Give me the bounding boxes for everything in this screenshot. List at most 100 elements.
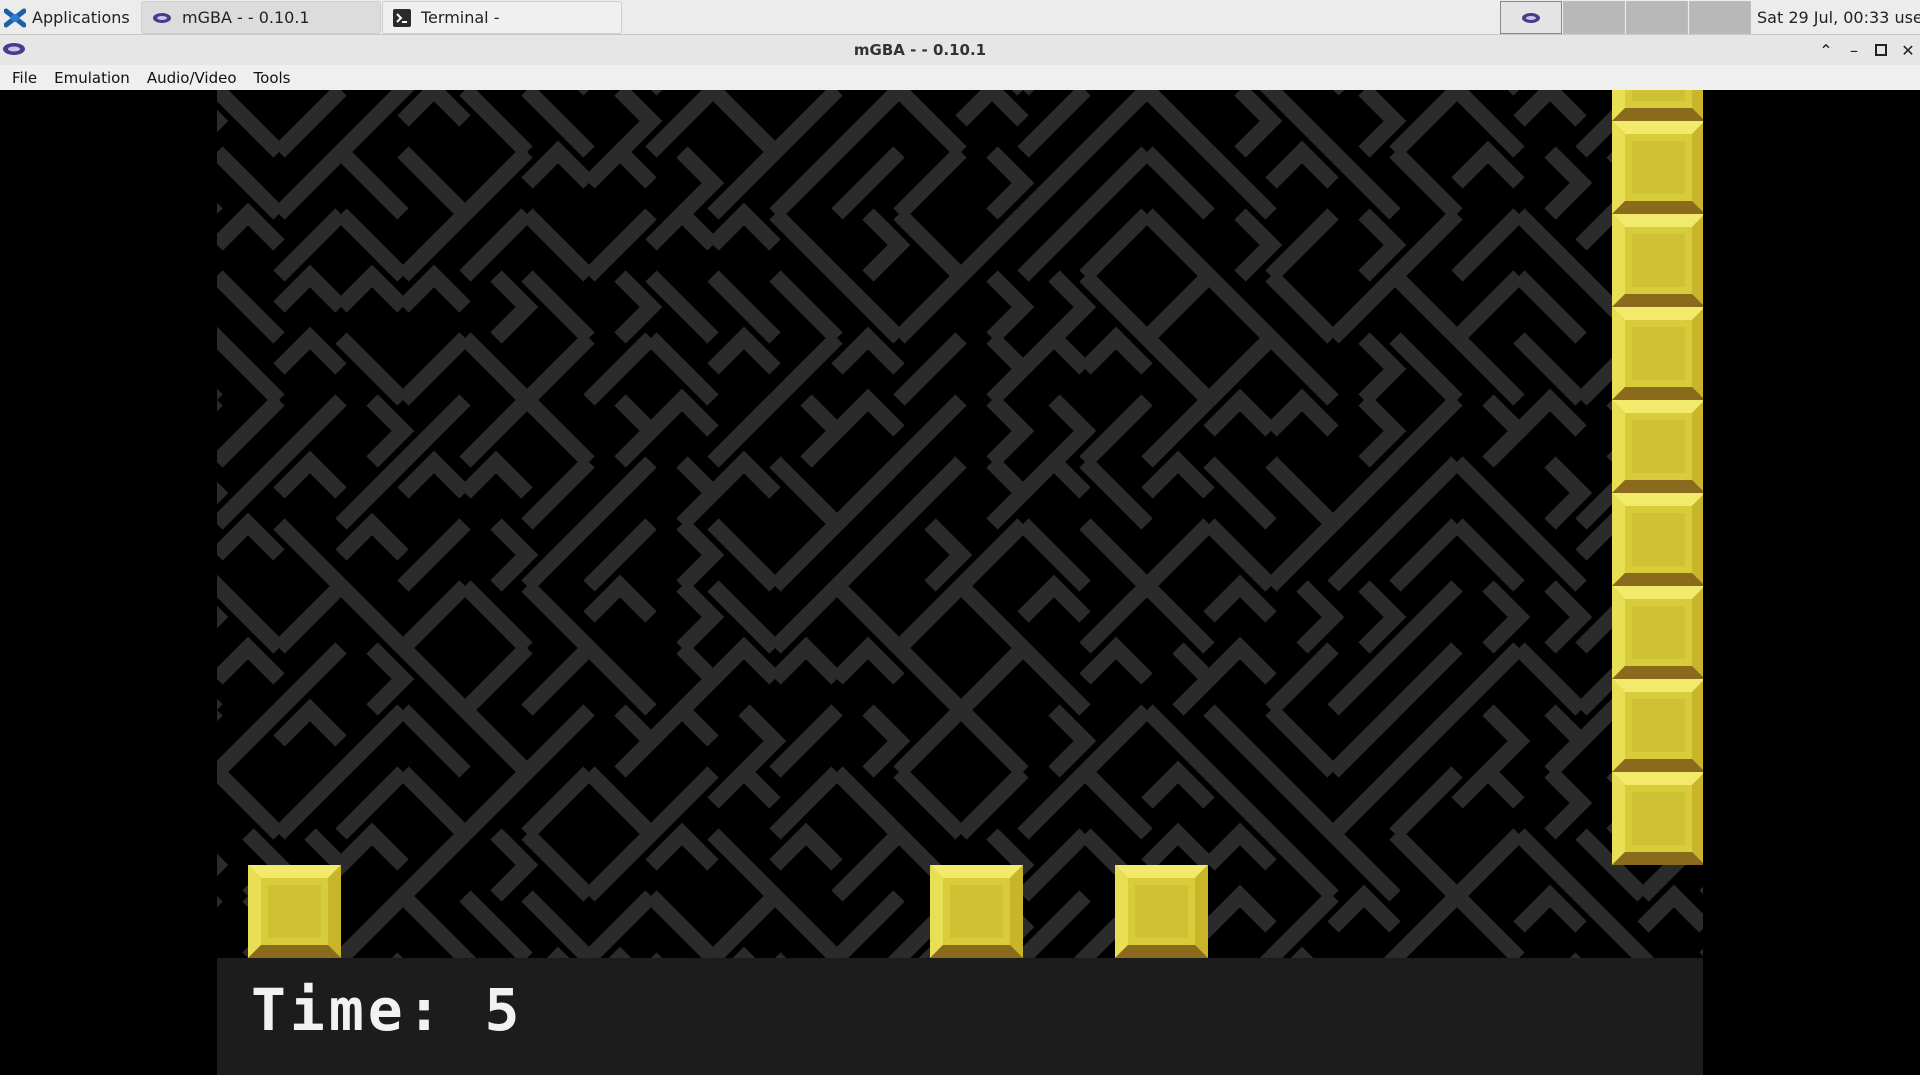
- maze-segment: [1079, 518, 1153, 592]
- block: [1612, 679, 1703, 772]
- maze-segment: [1017, 766, 1091, 840]
- window-titlebar[interactable]: mGBA - - 0.10.1 ⌃ – ✕: [0, 35, 1920, 65]
- maze-segment: [521, 642, 595, 716]
- maze-segment: [459, 580, 533, 654]
- block: [1115, 865, 1208, 958]
- maze-segment: [335, 890, 409, 958]
- maze-segment: [273, 264, 347, 313]
- maze-segment: [217, 704, 285, 778]
- maze-segment: [893, 146, 967, 220]
- maze-segment: [738, 704, 787, 778]
- menu-audio-video[interactable]: Audio/Video: [147, 69, 237, 87]
- timer-text: Time: 5: [251, 976, 524, 1044]
- game-screen[interactable]: Time: 5: [217, 90, 1703, 1075]
- maze-segment: [1451, 456, 1525, 530]
- menu-tools[interactable]: Tools: [254, 69, 291, 87]
- maze-segment: [614, 90, 663, 158]
- block: [1612, 493, 1703, 586]
- maze-segment: [521, 580, 595, 654]
- maze-segment: [1079, 326, 1153, 375]
- maze-segment: [1141, 518, 1215, 592]
- maze-segment: [583, 456, 657, 530]
- maze-segment: [1327, 884, 1401, 933]
- minimize-button[interactable]: –: [1842, 39, 1866, 61]
- maze-background: [217, 90, 1703, 958]
- maze-segment: [1327, 766, 1401, 840]
- maze-segment: [614, 704, 663, 778]
- maze-segment: [1265, 642, 1339, 716]
- maze-segment: [273, 326, 347, 375]
- maze-segment: [1451, 270, 1525, 344]
- maze-segment: [1358, 332, 1407, 406]
- maze-segment: [1079, 90, 1153, 158]
- maze-segment: [583, 332, 657, 406]
- maze-segment: [459, 332, 533, 406]
- maze-segment: [1358, 90, 1407, 158]
- maze-segment: [769, 208, 843, 282]
- block: [1612, 121, 1703, 214]
- maze-segment: [335, 146, 409, 220]
- terminal-icon: [393, 8, 411, 27]
- maze-segment: [769, 270, 843, 344]
- maze-segment: [986, 394, 1035, 468]
- maze-segment: [397, 704, 471, 778]
- maze-segment: [459, 208, 533, 282]
- maze-segment: [1482, 580, 1531, 654]
- maze-segment: [1389, 518, 1463, 592]
- maze-segment: [521, 456, 595, 530]
- maze-segment: [893, 456, 967, 530]
- maze-segment: [1389, 642, 1463, 716]
- close-button[interactable]: ✕: [1896, 39, 1920, 61]
- maze-segment: [800, 394, 849, 468]
- taskbar-item-mgba[interactable]: mGBA - - 0.10.1: [141, 1, 381, 34]
- maze-segment: [397, 766, 471, 840]
- maze-segment: [1203, 704, 1277, 778]
- maze-segment: [1048, 394, 1097, 468]
- maze-segment: [1637, 884, 1703, 933]
- shade-button[interactable]: ⌃: [1814, 39, 1838, 61]
- maze-segment: [273, 766, 347, 840]
- maze-segment: [1079, 456, 1153, 530]
- workspace-4[interactable]: [1689, 1, 1751, 34]
- taskbar-item-label: mGBA - - 0.10.1: [182, 8, 310, 27]
- maze-segment: [459, 766, 533, 840]
- maze-segment: [831, 146, 905, 220]
- maze-segment: [1513, 518, 1587, 592]
- maze-segment: [1203, 270, 1277, 344]
- maze-segment: [986, 270, 1035, 344]
- xfce-logo-icon: [4, 8, 26, 27]
- maximize-icon: [1875, 44, 1887, 56]
- maze-segment: [1389, 704, 1463, 778]
- workspace-2[interactable]: [1563, 1, 1625, 34]
- maze-segment: [583, 140, 657, 189]
- menu-emulation[interactable]: Emulation: [54, 69, 130, 87]
- maze-segment: [1141, 270, 1215, 344]
- maze-segment: [273, 146, 347, 220]
- clock[interactable]: Sat 29 Jul, 00:33 user: [1757, 0, 1920, 35]
- workspace-1[interactable]: [1500, 1, 1562, 34]
- maze-segment: [459, 890, 533, 958]
- maze-segment: [583, 208, 657, 282]
- maze-segment: [1451, 140, 1525, 189]
- maze-segment: [707, 450, 781, 499]
- maze-segment: [862, 704, 911, 778]
- maze-segment: [1513, 90, 1587, 127]
- maze-segment: [335, 512, 409, 561]
- maze-segment: [217, 270, 285, 344]
- maze-segment: [831, 388, 905, 437]
- taskbar-item-terminal[interactable]: Terminal -: [382, 1, 622, 34]
- maximize-button[interactable]: [1869, 39, 1893, 61]
- menu-file[interactable]: File: [12, 69, 37, 87]
- maze-segment: [769, 332, 843, 406]
- maze-segment: [1017, 208, 1091, 282]
- maze-segment: [1513, 884, 1587, 933]
- maze-segment: [769, 822, 843, 871]
- workspace-3[interactable]: [1626, 1, 1688, 34]
- applications-menu[interactable]: Applications ⋮: [4, 0, 152, 35]
- minimize-icon: –: [1850, 40, 1858, 60]
- maze-segment: [955, 90, 1029, 127]
- taskbar-item-label: Terminal -: [421, 8, 500, 27]
- maze-segment: [1544, 456, 1593, 530]
- maze-segment: [273, 698, 347, 747]
- maze-segment: [893, 394, 967, 468]
